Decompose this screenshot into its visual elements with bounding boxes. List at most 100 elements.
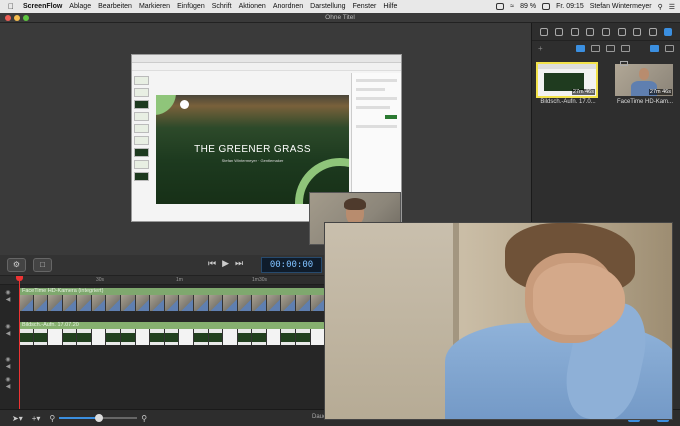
screen-source-icon (620, 61, 628, 66)
tab-audio[interactable] (621, 44, 630, 52)
crop-button[interactable]: □ (33, 258, 52, 272)
media-label: FaceTime HD-Kam... (616, 99, 674, 105)
clip-frame (19, 329, 34, 345)
clip-frame (150, 329, 165, 345)
transport-controls: ⏮ ▶ ⏭ (208, 258, 243, 269)
battery-label[interactable]: 89 % (520, 3, 536, 10)
ruler-tick: 30s (96, 277, 105, 283)
clip-frame (295, 295, 311, 311)
user-name[interactable]: Stefan Wintermeyer (590, 3, 652, 10)
media-item-facetime[interactable]: 27m 46s FaceTime HD-Kam... (615, 64, 675, 105)
timecode-display: 00:00:00 (261, 257, 322, 273)
touch-icon[interactable] (617, 27, 626, 36)
clip-frame (62, 295, 78, 311)
zoom-slider-knob[interactable] (95, 414, 104, 422)
arrow-icon[interactable]: ➤▾ (12, 414, 23, 423)
media-label: Bildsch.-Aufn. 17.0... (540, 99, 596, 105)
zoom-in-icon[interactable]: ⚲ (141, 414, 147, 423)
menu-app[interactable]: ScreenFlow (23, 3, 62, 10)
minimize-window-button[interactable] (14, 15, 20, 21)
menu-ablage[interactable]: Ablage (69, 3, 91, 10)
video-properties-icon[interactable] (539, 27, 548, 36)
track-label: Bildsch.-Aufn. 17.07.20 (22, 322, 79, 328)
window-controls (5, 15, 29, 21)
zoom-out-icon[interactable]: ⚲ (49, 414, 55, 423)
clip-frame (48, 329, 63, 345)
playhead[interactable] (19, 276, 20, 409)
apple-icon[interactable]:  (8, 2, 14, 11)
timeline[interactable]: 30s 1m 1m30s ◉ ◀ FaceTime HD-Kamera (inte… (0, 276, 325, 409)
track-4-controls[interactable]: ◉ ◀ (0, 376, 16, 390)
media-duration: 27m 46s (571, 89, 595, 95)
screen-icon[interactable] (496, 3, 505, 10)
clip-frame (179, 295, 194, 311)
inspector-toolbar (532, 23, 680, 41)
tab-video[interactable] (591, 44, 600, 52)
media-library-icon[interactable] (664, 27, 673, 36)
clip-frame (33, 329, 49, 345)
clip-frame (91, 329, 107, 345)
tab-images[interactable] (606, 44, 615, 52)
clip-frame (237, 329, 253, 345)
audio-properties-icon[interactable] (555, 27, 564, 36)
clip-frame (223, 329, 238, 345)
zoom-window-button[interactable] (23, 15, 29, 21)
callout-icon[interactable] (601, 27, 610, 36)
clip-frame (281, 329, 296, 345)
grid-view-icon[interactable] (650, 44, 659, 52)
clip-frame (91, 295, 107, 311)
forward-icon[interactable]: ⏭ (235, 258, 243, 269)
track-1-controls[interactable]: ◉ ◀ (0, 289, 16, 303)
menu-hilfe[interactable]: Hilfe (383, 3, 397, 10)
clip-frame (193, 295, 209, 311)
menu-fenster[interactable]: Fenster (353, 3, 377, 10)
preview-canvas[interactable]: THE GREENER GRASS Stefan Wintermeyer · G… (0, 23, 531, 255)
history-icon[interactable] (570, 27, 579, 36)
rewind-icon[interactable]: ⏮ (208, 258, 216, 269)
zoom-slider[interactable] (59, 414, 138, 422)
timeline-ruler[interactable]: 30s 1m 1m30s (0, 276, 325, 285)
menu-markieren[interactable]: Markieren (139, 3, 170, 10)
clip-frame (266, 329, 282, 345)
menu-aktionen[interactable]: Aktionen (239, 3, 266, 10)
track-3-controls[interactable]: ◉ ◀ (0, 356, 16, 370)
menu-einfuegen[interactable]: Einfügen (177, 3, 205, 10)
list-view-icon[interactable] (665, 44, 674, 52)
clip-frame (193, 329, 209, 345)
clip-frame (281, 295, 296, 311)
menu-anordnen[interactable]: Anordnen (273, 3, 303, 10)
action-menu-button[interactable]: ⚙ (7, 258, 26, 272)
annotation-icon[interactable] (633, 27, 642, 36)
search-icon[interactable]: ⚲ (658, 3, 663, 11)
track-label: FaceTime HD-Kamera (integriert) (22, 288, 104, 294)
plus-icon[interactable]: +▾ (32, 414, 41, 423)
wifi-icon[interactable]: ≈ (510, 3, 514, 10)
menu-bearbeiten[interactable]: Bearbeiten (98, 3, 132, 10)
clock[interactable]: Fr. 09:15 (556, 3, 584, 10)
clip-frame (310, 329, 325, 345)
media-tabs: + (532, 41, 680, 55)
clip-frame (33, 295, 49, 311)
tab-recordings[interactable] (576, 44, 585, 52)
close-window-button[interactable] (5, 15, 11, 21)
clip-frame (179, 329, 194, 345)
menu-schrift[interactable]: Schrift (212, 3, 232, 10)
media-item-screen-recording[interactable]: 27m 46s Bildsch.-Aufn. 17.0... (536, 62, 598, 105)
clip-frame (121, 329, 136, 345)
play-icon[interactable]: ▶ (222, 258, 229, 269)
clip-frame (164, 295, 180, 311)
clip-frame (62, 329, 78, 345)
track-facetime[interactable]: FaceTime HD-Kamera (integriert) (19, 288, 325, 311)
clip-frame (252, 329, 267, 345)
clip-frame (164, 329, 180, 345)
screen-recording-icon[interactable] (586, 27, 595, 36)
add-media-icon[interactable]: + (538, 44, 543, 53)
menu-darstellung[interactable]: Darstellung (310, 3, 345, 10)
clip-frame (208, 329, 224, 345)
track-screen-recording[interactable]: Bildsch.-Aufn. 17.07.20 (19, 322, 325, 345)
track-2-controls[interactable]: ◉ ◀ (0, 323, 16, 337)
menu-list-icon[interactable]: ☰ (669, 3, 675, 11)
media-duration: 27m 46s (648, 89, 672, 95)
clip-frame (121, 295, 136, 311)
text-icon[interactable] (648, 27, 657, 36)
